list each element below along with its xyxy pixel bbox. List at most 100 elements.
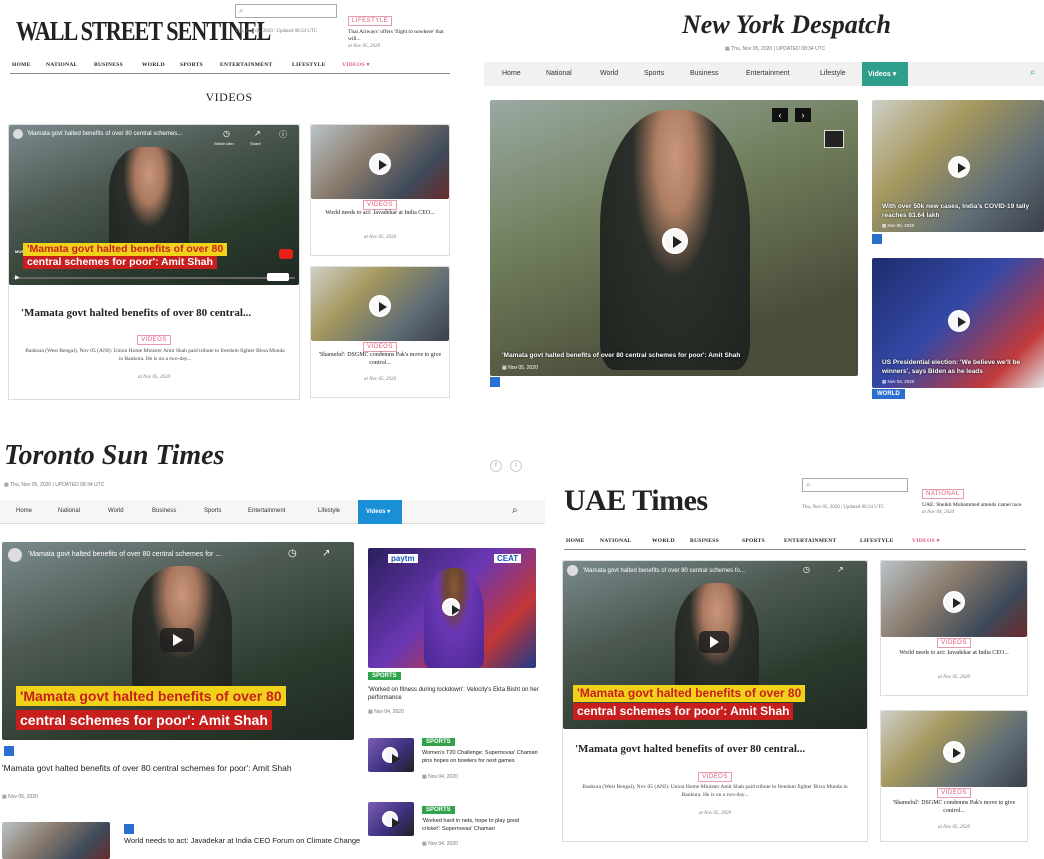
nav-entertainment[interactable]: ENTERTAINMENT xyxy=(220,62,273,68)
side-top-tag[interactable]: SPORTS xyxy=(368,672,401,680)
featured-headline[interactable]: 'Mamata govt halted benefits of over 80 … xyxy=(575,743,805,755)
play-icon[interactable] xyxy=(943,591,965,613)
nav-business[interactable]: Business xyxy=(690,70,718,77)
nav-lifestyle[interactable]: LIFESTYLE xyxy=(860,538,894,544)
video-player[interactable]: 'Mamata govt halted benefits of over 80 … xyxy=(563,561,867,729)
nav-home[interactable]: Home xyxy=(16,508,32,514)
nav-videos[interactable]: VIDEOS ▾ xyxy=(912,538,940,544)
side-card-2-thumb[interactable] xyxy=(881,711,1027,787)
nav-videos[interactable]: Videos ▾ xyxy=(862,62,908,86)
facebook-icon[interactable]: f xyxy=(490,460,502,472)
side-card-2-thumb[interactable] xyxy=(311,267,449,341)
progress-bar[interactable] xyxy=(13,277,295,279)
slide-caption[interactable]: 'Mamata govt halted benefits of over 80 … xyxy=(502,352,740,359)
side-card-2[interactable]: VIDEOS 'Shameful': DSGMC condemns Pak's … xyxy=(880,710,1028,842)
next-arrow-button[interactable]: › xyxy=(795,108,811,122)
second-thumb[interactable] xyxy=(2,822,110,859)
search-input[interactable]: ⌕ xyxy=(235,4,337,18)
ticker[interactable]: NATIONAL UAE: Sheikh Mohammed attends ca… xyxy=(922,482,1034,515)
site-logo[interactable]: WALL STREET SENTINEL xyxy=(16,16,271,47)
youtube-logo-icon[interactable] xyxy=(267,273,289,281)
nav-home[interactable]: HOME xyxy=(566,538,585,544)
play-icon[interactable] xyxy=(943,741,965,763)
video-player[interactable]: 'Mamata govt halted benefits of over 80 … xyxy=(2,542,354,740)
side-card-2-title[interactable]: 'Shameful': DSGMC condemns Pak's move to… xyxy=(885,799,1023,815)
main-video-slide[interactable]: ‹ › 'Mamata govt halted benefits of over… xyxy=(490,100,858,376)
nav-sports[interactable]: Sports xyxy=(204,508,221,514)
site-logo[interactable]: Toronto Sun Times xyxy=(4,440,224,472)
video-player[interactable]: 'Mamata govt halted benefits of over 80 … xyxy=(9,125,299,285)
nav-entertainment[interactable]: Entertainment xyxy=(248,508,285,514)
side-card-1-thumb[interactable] xyxy=(881,561,1027,637)
side-card-2-title[interactable]: 'Shameful': DSGMC condemns Pak's move to… xyxy=(315,351,445,367)
side-list-2-tag[interactable]: SPORTS xyxy=(422,806,455,814)
play-icon[interactable] xyxy=(369,295,391,317)
play-control-icon[interactable]: ▶ xyxy=(15,274,20,281)
ticker-text[interactable]: Thai Airways' offers 'flight to nowhere'… xyxy=(348,29,448,43)
sports-video-thumb[interactable]: paytm CEAT xyxy=(368,548,536,668)
play-icon[interactable] xyxy=(662,228,688,254)
side-card-1-thumb[interactable] xyxy=(311,125,449,199)
nav-world[interactable]: World xyxy=(108,508,124,514)
nav-home[interactable]: HOME xyxy=(12,62,31,68)
nav-business[interactable]: BUSINESS xyxy=(94,62,123,68)
side-card-1-title[interactable]: World needs to act: Javadekar at India C… xyxy=(315,209,445,217)
play-icon[interactable] xyxy=(948,310,970,332)
ticker-text[interactable]: UAE: Sheikh Mohammed attends camel race xyxy=(922,502,1034,509)
search-icon[interactable]: ⌕ xyxy=(512,505,518,516)
share-icon[interactable]: ↗ xyxy=(322,548,330,559)
main-headline[interactable]: 'Mamata govt halted benefits of over 80 … xyxy=(2,762,352,775)
nav-world[interactable]: World xyxy=(600,70,618,77)
nav-national[interactable]: National xyxy=(58,508,80,514)
nav-world[interactable]: WORLD xyxy=(142,62,165,68)
side-video-2[interactable]: US Presidential election: 'We believe we… xyxy=(872,258,1044,388)
nav-world[interactable]: WORLD xyxy=(652,538,675,544)
clock-icon[interactable]: ◷ xyxy=(803,565,810,574)
play-button-icon[interactable] xyxy=(160,628,194,652)
nav-lifestyle[interactable]: Lifestyle xyxy=(820,70,846,77)
nav-national[interactable]: NATIONAL xyxy=(46,62,78,68)
share-icon[interactable]: ↗ xyxy=(254,129,261,138)
twitter-icon[interactable]: t xyxy=(510,460,522,472)
side-video-1-title[interactable]: With over 50k new cases, India's COVID-1… xyxy=(882,202,1042,220)
side-video-1[interactable]: With over 50k new cases, India's COVID-1… xyxy=(872,100,1044,232)
nav-business[interactable]: BUSINESS xyxy=(690,538,719,544)
nav-national[interactable]: NATIONAL xyxy=(600,538,632,544)
nav-entertainment[interactable]: Entertainment xyxy=(746,70,790,77)
side-card-2[interactable]: VIDEOS 'Shameful': DSGMC condemns Pak's … xyxy=(310,266,450,398)
play-icon[interactable] xyxy=(382,747,400,764)
info-icon[interactable]: ⓘ xyxy=(279,129,287,140)
side-list-2-title[interactable]: 'Worked hard in nets, hope to play good … xyxy=(422,818,538,833)
featured-tag[interactable]: VIDEOS xyxy=(698,772,732,782)
ticker[interactable]: LIFESTYLE Thai Airways' offers 'flight t… xyxy=(348,9,448,49)
side-list-1-thumb[interactable] xyxy=(368,738,414,772)
nav-national[interactable]: National xyxy=(546,70,572,77)
play-icon[interactable] xyxy=(382,811,400,828)
featured-headline[interactable]: 'Mamata govt halted benefits of over 80 … xyxy=(21,307,251,319)
red-play-badge-icon[interactable] xyxy=(279,249,293,259)
side-card-1-title[interactable]: World needs to act: Javadekar at India C… xyxy=(885,649,1023,657)
side-card-2-tag[interactable]: VIDEOS xyxy=(937,788,971,798)
clock-icon[interactable]: ◷ xyxy=(288,548,297,559)
nav-sports[interactable]: SPORTS xyxy=(180,62,203,68)
second-title[interactable]: World needs to act: Javadekar at India C… xyxy=(124,836,364,846)
search-icon[interactable]: ⌕ xyxy=(1030,67,1036,78)
prev-arrow-button[interactable]: ‹ xyxy=(772,108,788,122)
nav-home[interactable]: Home xyxy=(502,70,521,77)
nav-business[interactable]: Business xyxy=(152,508,176,514)
play-button-icon[interactable] xyxy=(699,631,729,653)
search-input[interactable]: ⌕ xyxy=(802,478,908,492)
clock-icon[interactable]: ◷ xyxy=(223,129,230,138)
nav-sports[interactable]: Sports xyxy=(644,70,664,77)
side-list-2-thumb[interactable] xyxy=(368,802,414,836)
play-icon[interactable] xyxy=(948,156,970,178)
nav-videos[interactable]: VIDEOS ▾ xyxy=(342,62,370,68)
side-card-1-tag[interactable]: VIDEOS xyxy=(937,638,971,648)
side-top-title[interactable]: 'Worked on fitness during lockdown': Vel… xyxy=(368,686,540,702)
nav-sports[interactable]: SPORTS xyxy=(742,538,765,544)
nav-lifestyle[interactable]: Lifestyle xyxy=(318,508,340,514)
site-logo[interactable]: New York Despatch xyxy=(682,10,891,40)
nav-lifestyle[interactable]: LIFESTYLE xyxy=(292,62,326,68)
world-tag[interactable]: WORLD xyxy=(872,389,905,399)
side-list-1-tag[interactable]: SPORTS xyxy=(422,738,455,746)
